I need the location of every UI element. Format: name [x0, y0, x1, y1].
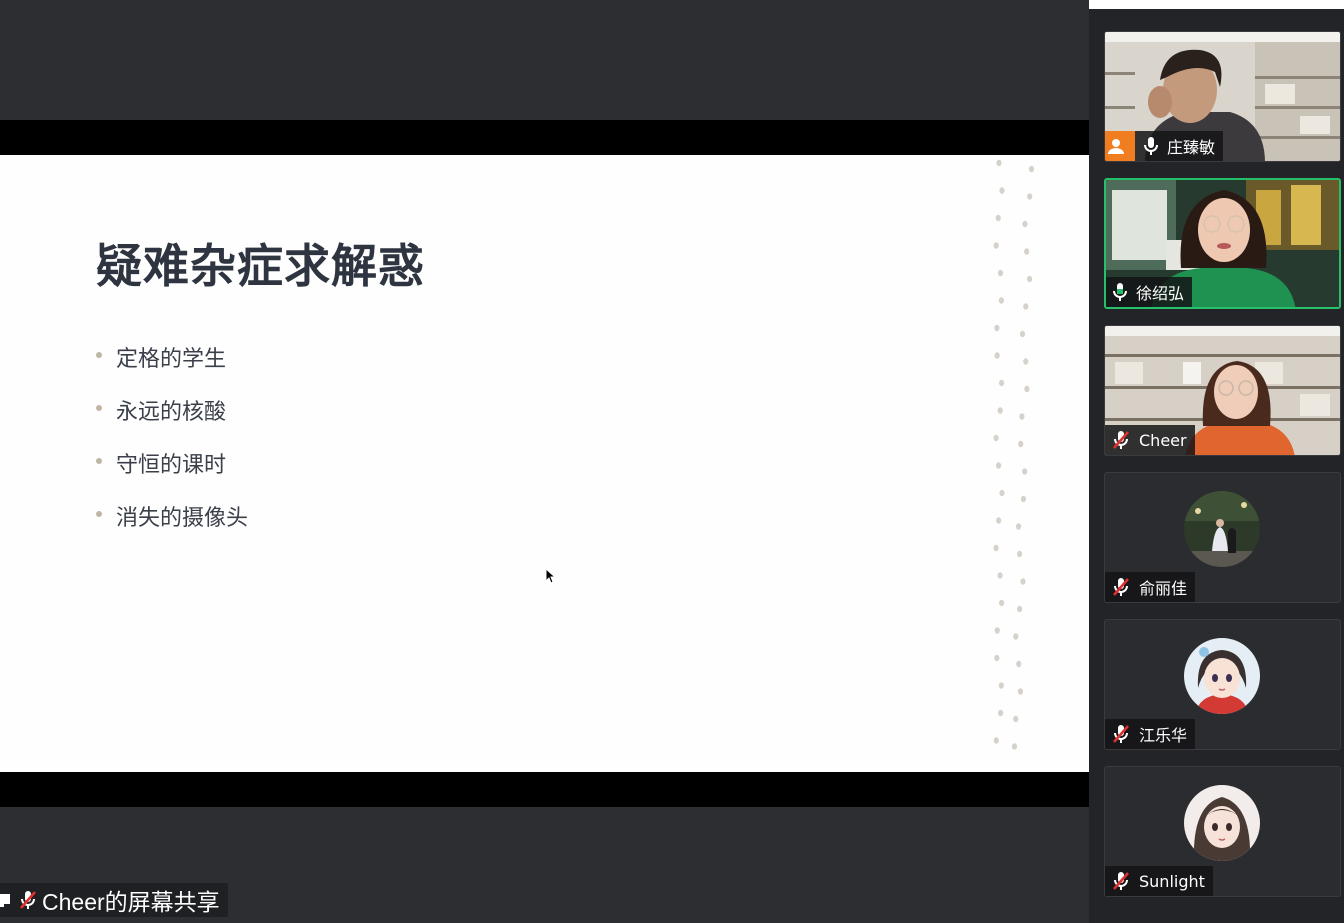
participant-name: Cheer — [1139, 430, 1187, 450]
participant-tile[interactable]: 江乐华 — [1104, 619, 1341, 750]
participant-name-tag: Cheer — [1105, 425, 1195, 455]
participant-gallery[interactable]: 庄臻敏 徐绍弘 Cheer 俞丽佳 江乐华 Sunlight — [1089, 9, 1344, 923]
participant-tile[interactable]: 俞丽佳 — [1104, 472, 1341, 603]
participant-tile[interactable]: Cheer — [1104, 325, 1341, 456]
mic-muted-icon — [1113, 872, 1129, 890]
screen-share-text: Cheer的屏幕共享 — [42, 889, 220, 915]
mic-muted-icon — [18, 889, 38, 911]
participant-name-tag: Sunlight — [1105, 866, 1213, 896]
mouse-cursor-icon — [545, 568, 557, 584]
mic-muted-icon — [1113, 431, 1129, 449]
participant-name: 俞丽佳 — [1139, 579, 1188, 598]
letterbox-top — [0, 120, 1089, 155]
participant-tile-active-speaker[interactable]: 徐绍弘 — [1104, 178, 1341, 309]
participant-name: 徐绍弘 — [1136, 284, 1185, 303]
participant-name-tag: 徐绍弘 — [1106, 277, 1193, 307]
participant-avatar — [1184, 638, 1260, 714]
participant-tile[interactable]: 庄臻敏 — [1104, 31, 1341, 162]
mic-speaking-icon — [1113, 283, 1127, 301]
mic-on-icon — [1144, 137, 1158, 155]
screen-share-label: Cheer的屏幕共享 — [0, 883, 228, 917]
participant-tile[interactable]: Sunlight — [1104, 766, 1341, 897]
mic-muted-icon — [1113, 725, 1129, 743]
participant-name-tag: 庄臻敏 — [1105, 131, 1224, 161]
participant-name: 庄臻敏 — [1167, 138, 1216, 157]
mic-muted-icon — [1113, 578, 1129, 596]
participant-avatar — [1184, 785, 1260, 861]
participant-name: 江乐华 — [1139, 726, 1188, 745]
decorative-dot-columns — [993, 159, 1035, 750]
participant-avatar — [1184, 491, 1260, 567]
participant-name: Sunlight — [1139, 871, 1205, 891]
screen-share-icon — [0, 891, 14, 909]
participant-name-tag: 俞丽佳 — [1105, 572, 1196, 602]
shared-screen-area: 疑难杂症求解惑 定格的学生 永远的核酸 守恒的课时 消失的摄像头 Cheer的屏… — [0, 0, 1089, 923]
letterbox-bottom — [0, 772, 1089, 807]
host-badge-icon — [1105, 131, 1135, 161]
participant-name-tag: 江乐华 — [1105, 719, 1196, 749]
presentation-slide: 疑难杂症求解惑 定格的学生 永远的核酸 守恒的课时 消失的摄像头 — [0, 155, 1089, 772]
